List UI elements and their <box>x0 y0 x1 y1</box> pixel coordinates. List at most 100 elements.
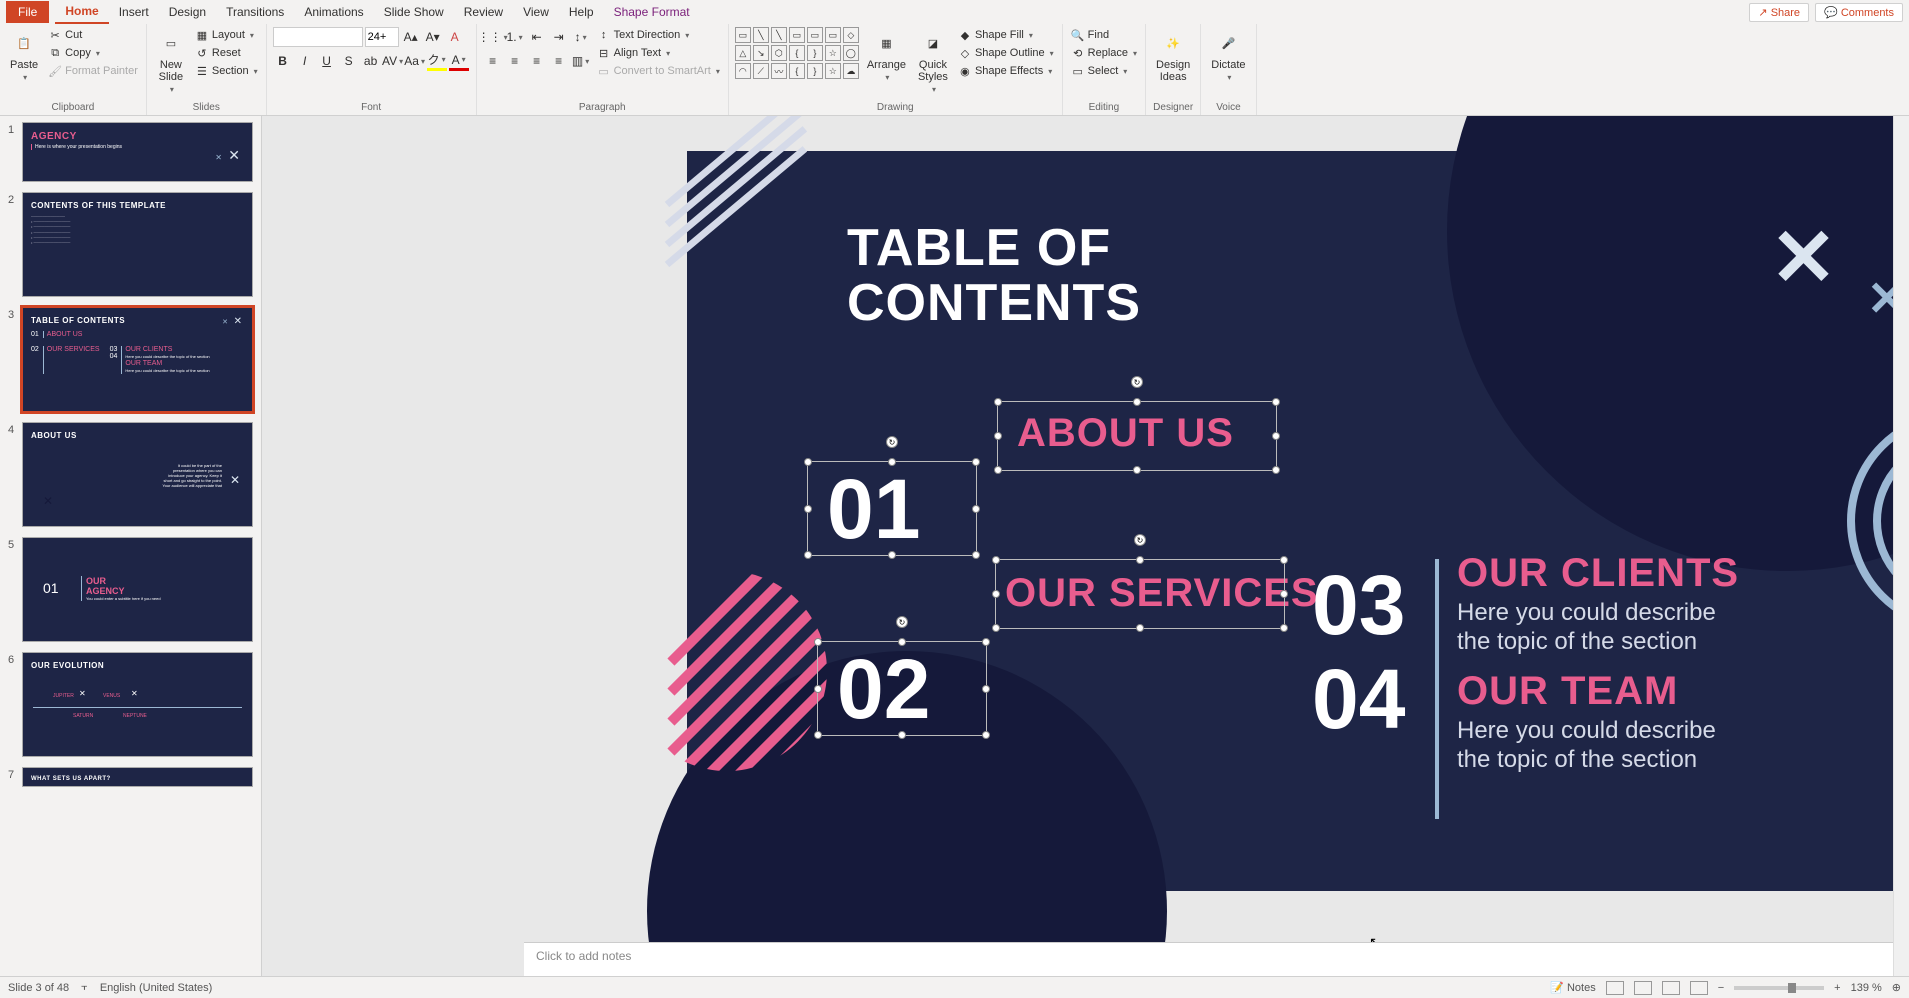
rotate-handle[interactable]: ↻ <box>1131 376 1143 388</box>
slide-title[interactable]: TABLE OFCONTENTS <box>847 221 1141 330</box>
toc-number-04[interactable]: 04 <box>1312 651 1405 748</box>
slide-thumbnail-3[interactable]: TABLE OF CONTENTS 01ABOUT US 02OUR SERVI… <box>22 307 253 412</box>
tab-animations[interactable]: Animations <box>294 1 373 23</box>
thumb-row[interactable]: 7 WHAT SETS US APART? <box>0 765 261 795</box>
slide-canvas[interactable]: ✕ ✕ TABLE OFCONTENTS 01 ↻ ABOUT US <box>687 151 1909 891</box>
slide-thumbnail-1[interactable]: AGENCY Here is where your presentation b… <box>22 122 253 182</box>
vertical-scrollbar[interactable] <box>1893 116 1909 976</box>
reading-view-button[interactable] <box>1662 981 1680 995</box>
layout-button[interactable]: ▦Layout <box>193 27 260 43</box>
shape-outline-button[interactable]: ◇Shape Outline <box>956 45 1056 61</box>
tab-transitions[interactable]: Transitions <box>216 1 294 23</box>
thumb-row[interactable]: 2 CONTENTS OF THIS TEMPLATE ────────────… <box>0 190 261 305</box>
highlight-button[interactable]: ク <box>427 51 447 71</box>
thumb-row[interactable]: 6 OUR EVOLUTION JUPITER VENUS SATURN NEP… <box>0 650 261 765</box>
tab-shape-format[interactable]: Shape Format <box>604 1 700 23</box>
shape-effects-button[interactable]: ◉Shape Effects <box>956 63 1056 79</box>
convert-smartart-button[interactable]: ▭Convert to SmartArt <box>595 63 722 79</box>
numbering-button[interactable]: 1. <box>505 27 525 47</box>
toc-number-03[interactable]: 03 <box>1312 557 1405 654</box>
thumb-row[interactable]: 5 01 OURAGENCY You could enter a subtitl… <box>0 535 261 650</box>
zoom-slider[interactable] <box>1734 986 1824 990</box>
rotate-handle[interactable]: ↻ <box>886 436 898 448</box>
tab-help[interactable]: Help <box>559 1 604 23</box>
section-button[interactable]: ☰Section <box>193 63 260 79</box>
text-direction-button[interactable]: ↕Text Direction <box>595 27 722 43</box>
slide-thumbnail-6[interactable]: OUR EVOLUTION JUPITER VENUS SATURN NEPTU… <box>22 652 253 757</box>
line-spacing-button[interactable]: ↕ <box>571 27 591 47</box>
copy-button[interactable]: ⧉Copy <box>46 45 140 61</box>
toc-label-our-clients[interactable]: OUR CLIENTS <box>1457 551 1739 596</box>
sorter-view-button[interactable] <box>1634 981 1652 995</box>
bold-button[interactable]: B <box>273 51 293 71</box>
normal-view-button[interactable] <box>1606 981 1624 995</box>
replace-button[interactable]: ⟲Replace <box>1069 45 1139 61</box>
slide-thumbnail-2[interactable]: CONTENTS OF THIS TEMPLATE ────────────• … <box>22 192 253 297</box>
find-button[interactable]: 🔍Find <box>1069 27 1139 43</box>
shapes-gallery[interactable]: ▭╲╲▭▭▭◇ △↘⬡{}☆◯ ◠⟋〰{}☆☁ <box>735 27 859 79</box>
align-text-button[interactable]: ⊟Align Text <box>595 45 722 61</box>
zoom-out-button[interactable]: − <box>1718 982 1724 994</box>
font-size-select[interactable] <box>365 27 399 47</box>
select-button[interactable]: ▭Select <box>1069 63 1139 79</box>
selection-box[interactable]: ↻ <box>997 401 1277 471</box>
font-color-button[interactable]: A <box>449 51 469 71</box>
format-painter-button[interactable]: 🖌Format Painter <box>46 63 140 79</box>
thumb-row[interactable]: 4 ABOUT US ✕ ✕ It could be the part of t… <box>0 420 261 535</box>
reset-button[interactable]: ↺Reset <box>193 45 260 61</box>
change-case-button[interactable]: Aa <box>405 51 425 71</box>
rotate-handle[interactable]: ↻ <box>896 616 908 628</box>
decrease-indent-button[interactable]: ⇤ <box>527 27 547 47</box>
dictate-button[interactable]: 🎤 Dictate <box>1207 27 1249 84</box>
new-slide-button[interactable]: ▭ New Slide <box>153 27 189 96</box>
shadow-button[interactable]: ab <box>361 51 381 71</box>
align-left-button[interactable]: ≡ <box>483 51 503 71</box>
slide-thumbnail-5[interactable]: 01 OURAGENCY You could enter a subtitle … <box>22 537 253 642</box>
spellcheck-icon[interactable]: ⫟ <box>81 981 88 994</box>
rotate-handle[interactable]: ↻ <box>1134 534 1146 546</box>
comments-button[interactable]: 💬 Comments <box>1815 3 1903 22</box>
arrange-button[interactable]: ▦ Arrange <box>863 27 910 84</box>
design-ideas-button[interactable]: ✨ Design Ideas <box>1152 27 1194 85</box>
tab-home[interactable]: Home <box>55 0 108 24</box>
toc-desc-clients[interactable]: Here you could describe the topic of the… <box>1457 599 1717 657</box>
strike-button[interactable]: S <box>339 51 359 71</box>
toc-label-our-team[interactable]: OUR TEAM <box>1457 669 1678 714</box>
clear-formatting-button[interactable]: A <box>445 27 465 47</box>
language-indicator[interactable]: English (United States) <box>100 982 213 994</box>
cut-button[interactable]: ✂Cut <box>46 27 140 43</box>
selection-box[interactable]: ↻ <box>817 641 987 736</box>
justify-button[interactable]: ≡ <box>549 51 569 71</box>
increase-indent-button[interactable]: ⇥ <box>549 27 569 47</box>
thumb-row[interactable]: 3 TABLE OF CONTENTS 01ABOUT US 02OUR SER… <box>0 305 261 420</box>
columns-button[interactable]: ▥ <box>571 51 591 71</box>
fit-to-window-button[interactable]: ⊕ <box>1892 981 1901 994</box>
italic-button[interactable]: I <box>295 51 315 71</box>
font-family-select[interactable] <box>273 27 363 47</box>
bullets-button[interactable]: ⋮⋮ <box>483 27 503 47</box>
tab-file[interactable]: File <box>6 1 49 23</box>
align-right-button[interactable]: ≡ <box>527 51 547 71</box>
quick-styles-button[interactable]: ◪ Quick Styles <box>914 27 952 96</box>
slide-thumbnails-panel[interactable]: 1 AGENCY Here is where your presentation… <box>0 116 262 976</box>
underline-button[interactable]: U <box>317 51 337 71</box>
selection-box[interactable]: ↻ <box>995 559 1285 629</box>
slide-editor[interactable]: ✕ ✕ TABLE OFCONTENTS 01 ↻ ABOUT US <box>262 116 1909 976</box>
decrease-font-button[interactable]: A▾ <box>423 27 443 47</box>
slideshow-view-button[interactable] <box>1690 981 1708 995</box>
tab-view[interactable]: View <box>513 1 559 23</box>
tab-insert[interactable]: Insert <box>109 1 159 23</box>
paste-button[interactable]: 📋 Paste <box>6 27 42 84</box>
tab-slideshow[interactable]: Slide Show <box>374 1 454 23</box>
align-center-button[interactable]: ≡ <box>505 51 525 71</box>
shape-fill-button[interactable]: ◆Shape Fill <box>956 27 1056 43</box>
notes-toggle[interactable]: 📝 Notes <box>1550 981 1596 994</box>
share-button[interactable]: ↗ Share <box>1749 3 1809 22</box>
slide-thumbnail-7[interactable]: WHAT SETS US APART? <box>22 767 253 787</box>
zoom-level[interactable]: 139 % <box>1851 982 1882 994</box>
notes-pane[interactable]: Click to add notes <box>524 942 1893 976</box>
toc-desc-team[interactable]: Here you could describe the topic of the… <box>1457 717 1717 775</box>
tab-design[interactable]: Design <box>159 1 216 23</box>
char-spacing-button[interactable]: AV <box>383 51 403 71</box>
increase-font-button[interactable]: A▴ <box>401 27 421 47</box>
